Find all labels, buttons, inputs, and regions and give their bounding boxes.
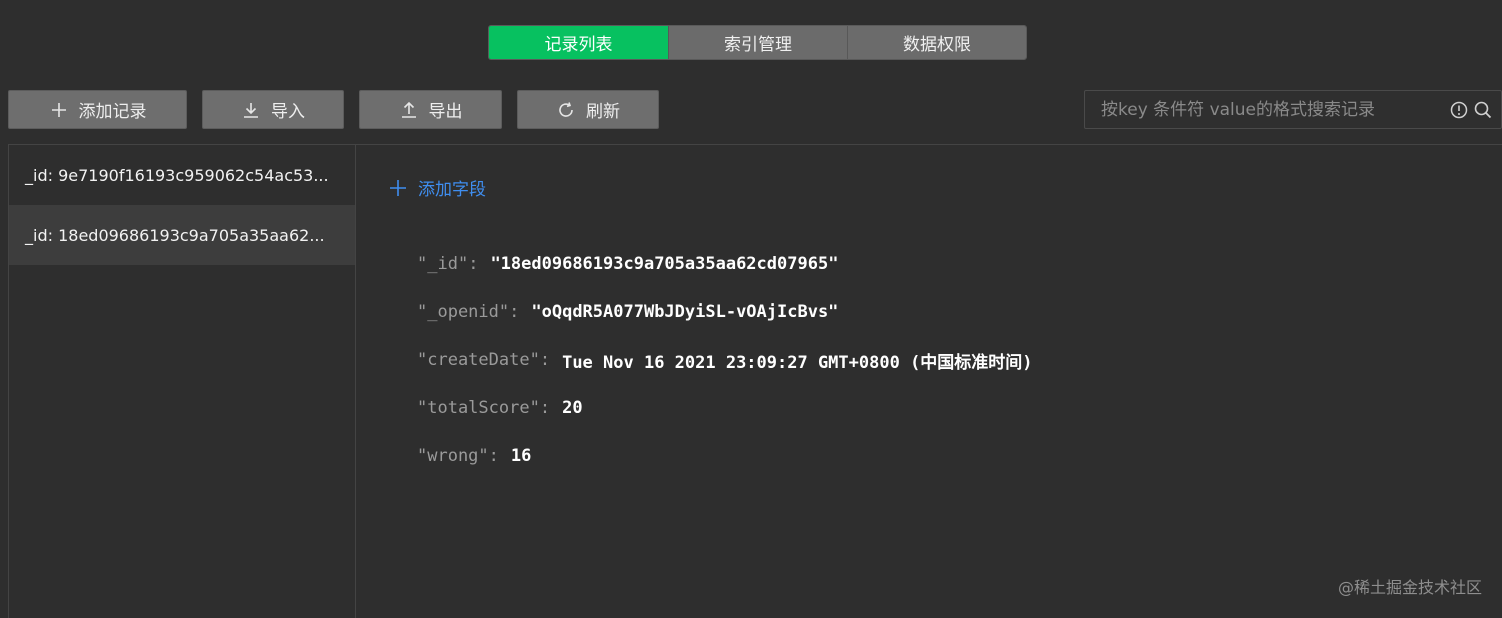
field-colon: : [539,398,551,418]
field-key: "wrong" [417,446,489,466]
tab-bar: 记录列表 索引管理 数据权限 [488,25,1027,60]
add-field-button[interactable]: 添加字段 [388,175,486,200]
field-key: "_id" [417,254,469,274]
tab-record-list[interactable]: 记录列表 [489,26,668,59]
add-record-button[interactable]: 添加记录 [8,90,187,129]
field-value: 16 [510,446,532,466]
download-icon [244,102,258,118]
field-row[interactable]: "_openid": "oQqdR5A077WbJDyiSL-vOAjIcBvs… [417,288,1033,336]
import-button[interactable]: 导入 [202,90,344,129]
upload-icon [401,101,416,118]
field-colon: : [488,446,499,466]
field-value: 20 [562,398,583,418]
field-value: "oQqdR5A077WbJDyiSL-vOAjIcBvs" [531,302,839,322]
field-row[interactable]: "wrong": 16 [417,432,1033,480]
tab-index-management[interactable]: 索引管理 [668,26,847,59]
field-row[interactable]: "totalScore": 20 [417,384,1033,432]
plus-icon [51,102,66,117]
record-fields: "_id": "18ed09686193c9a705a35aa62cd07965… [417,240,1033,480]
field-colon: : [509,302,520,322]
field-key: "createDate" [417,350,540,370]
add-record-label: 添加记录 [78,102,147,122]
field-value: Tue Nov 16 2021 23:09:27 GMT+0800 (中国标准时… [562,352,1033,373]
refresh-label: 刷新 [586,102,620,122]
export-label: 导出 [428,102,463,122]
field-key: "_openid" [417,302,510,322]
add-field-label: 添加字段 [418,180,486,200]
search-box [1084,90,1502,129]
record-item[interactable]: _id: 9e7190f16193c959062c54ac53... [9,145,355,205]
refresh-button[interactable]: 刷新 [517,90,659,129]
field-value: "18ed09686193c9a705a35aa62cd07965" [490,254,839,274]
field-row[interactable]: "createDate": Tue Nov 16 2021 23:09:27 G… [417,336,1033,384]
search-icon[interactable] [1473,100,1493,120]
export-button[interactable]: 导出 [359,90,502,129]
field-colon: : [468,254,479,274]
refresh-icon [559,101,573,117]
tab-data-permissions[interactable]: 数据权限 [847,26,1026,59]
record-item-selected[interactable]: _id: 18ed09686193c9a705a35aa62... [9,205,355,265]
field-row[interactable]: "_id": "18ed09686193c9a705a35aa62cd07965… [417,240,1033,288]
info-icon[interactable] [1449,100,1469,120]
field-key: "totalScore" [417,398,540,418]
database-panel: 记录列表 索引管理 数据权限 添加记录 导入 导出 刷新 按key 条件符 va… [0,0,1502,618]
search-input[interactable] [1085,91,1449,128]
plus-icon [390,179,406,196]
record-list: _id: 9e7190f16193c959062c54ac53... _id: … [8,145,356,618]
field-colon: : [539,350,551,370]
import-label: 导入 [271,102,305,122]
watermark: @稀土掘金技术社区 [1337,578,1482,597]
